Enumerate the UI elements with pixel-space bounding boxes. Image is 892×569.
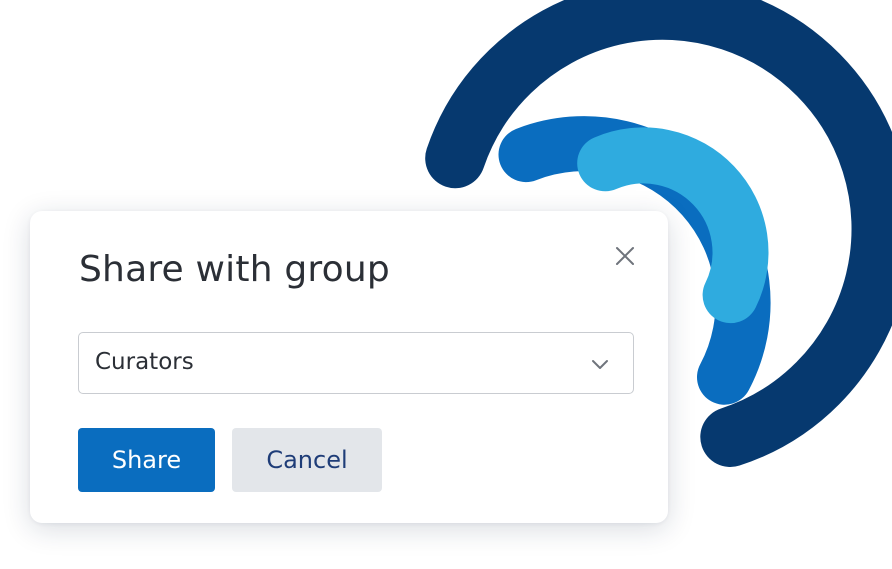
close-button[interactable] bbox=[612, 243, 638, 269]
share-button[interactable]: Share bbox=[78, 428, 215, 492]
group-select-value: Curators bbox=[95, 349, 194, 375]
share-illustration: Share with group Curators Share Cancel bbox=[0, 0, 892, 569]
chevron-down-icon bbox=[592, 360, 608, 369]
dialog-title: Share with group bbox=[79, 249, 390, 290]
share-dialog: Share with group Curators Share Cancel bbox=[30, 211, 668, 523]
group-select[interactable]: Curators bbox=[78, 332, 634, 394]
close-icon bbox=[616, 247, 634, 265]
cancel-button[interactable]: Cancel bbox=[232, 428, 382, 492]
